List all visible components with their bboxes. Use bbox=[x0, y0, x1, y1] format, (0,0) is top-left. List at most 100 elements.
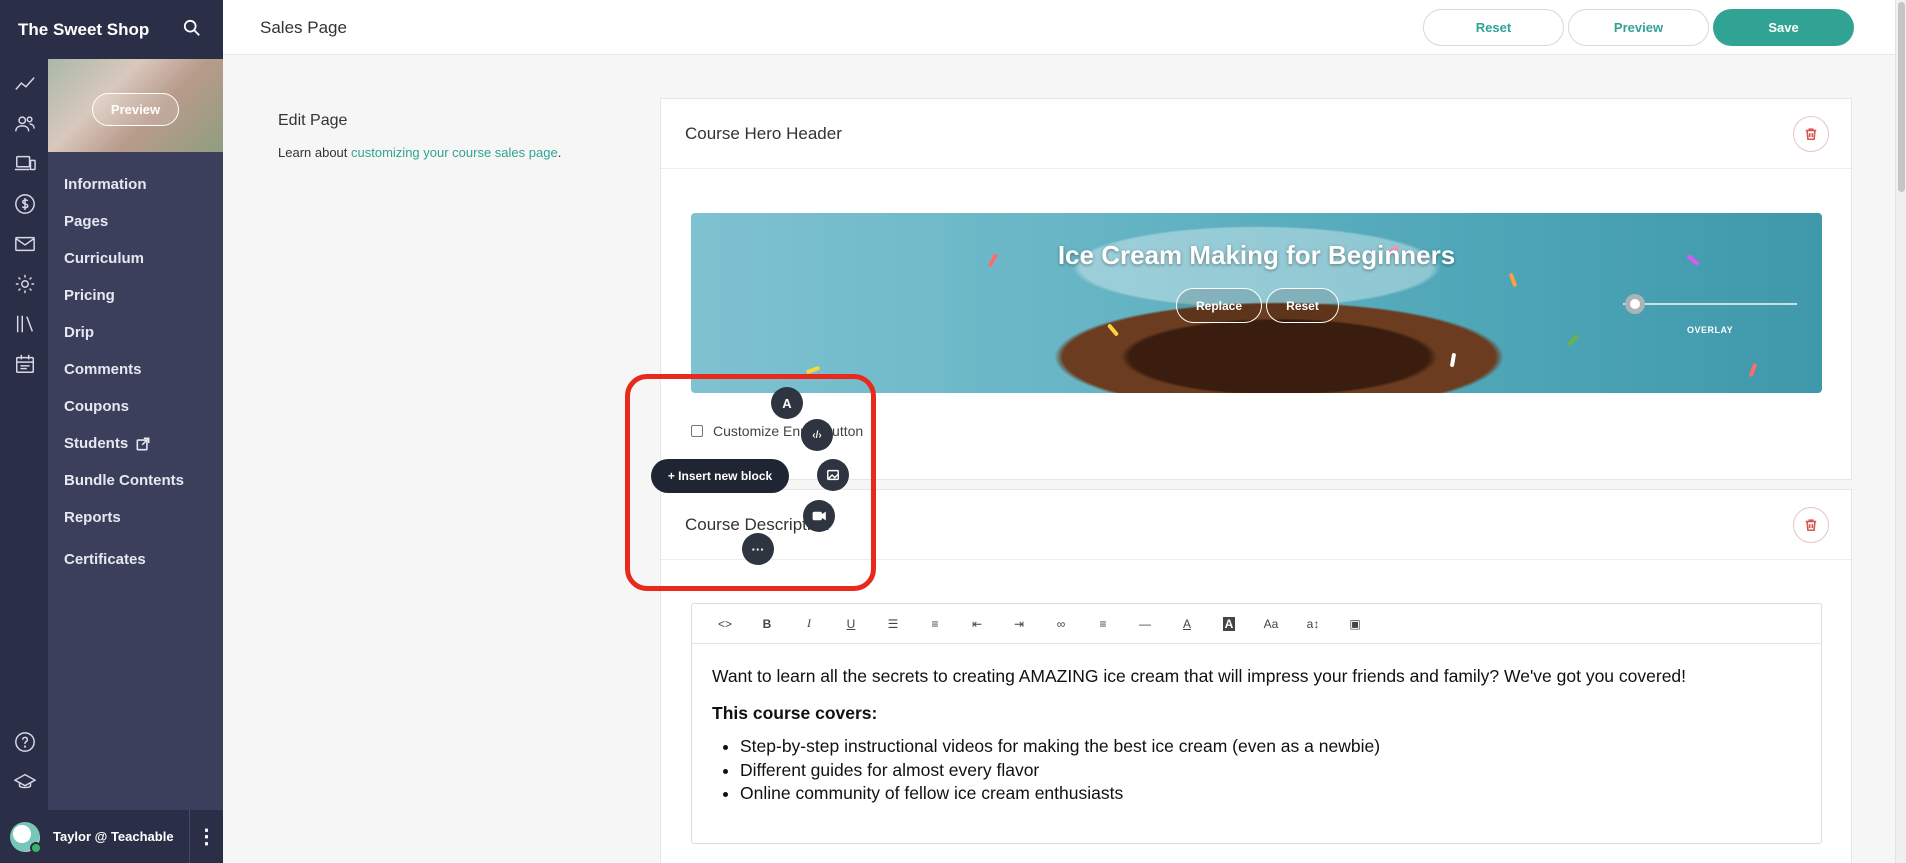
avatar[interactable] bbox=[10, 821, 42, 854]
external-link-icon bbox=[136, 437, 150, 451]
nav-item-curriculum[interactable]: Curriculum bbox=[48, 240, 223, 277]
library-icon[interactable] bbox=[12, 311, 38, 337]
desc-prefix: Learn about bbox=[278, 145, 352, 160]
page-header: Sales Page Reset Preview Save bbox=[223, 0, 1895, 55]
outdent-icon[interactable]: ⇤ bbox=[956, 604, 998, 644]
indent-icon[interactable]: ⇥ bbox=[998, 604, 1040, 644]
sprinkle-decoration bbox=[1566, 333, 1580, 347]
trash-icon bbox=[1805, 518, 1817, 531]
link-icon[interactable]: ∞ bbox=[1040, 604, 1082, 644]
list-item: Online community of fellow ice cream ent… bbox=[740, 782, 1801, 806]
mail-icon[interactable] bbox=[12, 231, 38, 257]
editor-toolbar: <> B I U ☰ ≡ ⇤ ⇥ ∞ ≡ — A A Aa a↕ ▣ bbox=[692, 604, 1821, 644]
bullet-list: Step-by-step instructional videos for ma… bbox=[712, 735, 1801, 806]
text-color-icon[interactable]: A bbox=[1166, 604, 1208, 644]
body-heading: This course covers: bbox=[712, 702, 878, 723]
hero-title: Ice Cream Making for Beginners bbox=[1057, 240, 1456, 270]
delete-block-button[interactable] bbox=[1793, 506, 1829, 543]
analytics-icon[interactable] bbox=[12, 71, 38, 97]
nav-item-certificates[interactable]: Certificates bbox=[48, 541, 223, 578]
sprinkle-decoration bbox=[1449, 352, 1457, 368]
nav-item-information[interactable]: Information bbox=[48, 166, 223, 203]
editor-content[interactable]: Want to learn all the secrets to creatin… bbox=[692, 644, 1821, 826]
user-bar: Taylor @ Teachable ⋮ bbox=[0, 810, 223, 863]
nav-item-pricing[interactable]: Pricing bbox=[48, 277, 223, 314]
dollar-icon[interactable] bbox=[12, 191, 38, 217]
ordered-list-icon[interactable]: ☰ bbox=[872, 604, 914, 644]
nav-item-label: Reports bbox=[64, 509, 121, 526]
save-button[interactable]: Save bbox=[1713, 9, 1854, 46]
nav-item-label: Drip bbox=[64, 324, 94, 341]
delete-block-button[interactable] bbox=[1793, 115, 1829, 152]
graduation-cap-icon[interactable] bbox=[12, 769, 38, 795]
body-intro: Want to learn all the secrets to creatin… bbox=[712, 666, 1687, 686]
nav-item-bundle-contents[interactable]: Bundle Contents bbox=[48, 462, 223, 499]
card-header: Course Hero Header bbox=[661, 99, 1851, 169]
italic-icon[interactable]: I bbox=[788, 604, 830, 644]
icon-rail bbox=[0, 59, 48, 810]
nav-item-label: Students bbox=[64, 435, 129, 452]
video-block-icon[interactable] bbox=[803, 500, 835, 532]
desc-suffix: . bbox=[557, 145, 562, 160]
code-block-icon[interactable]: ‹/› bbox=[801, 419, 833, 451]
course-nav: Preview Information Pages Curriculum Pri… bbox=[48, 59, 223, 810]
more-blocks-icon[interactable]: ··· bbox=[742, 533, 774, 565]
user-name[interactable]: Taylor @ Teachable bbox=[53, 829, 189, 844]
horizontal-rule-icon[interactable]: — bbox=[1124, 604, 1166, 644]
nav-item-drip[interactable]: Drip bbox=[48, 314, 223, 351]
nav-item-comments[interactable]: Comments bbox=[48, 351, 223, 388]
card-title: Course Hero Header bbox=[685, 123, 842, 143]
insert-new-block-button[interactable]: + Insert new block bbox=[651, 459, 789, 493]
nav-item-students[interactable]: Students bbox=[48, 425, 223, 462]
nav-item-label: Information bbox=[64, 176, 147, 193]
course-nav-list: Information Pages Curriculum Pricing Dri… bbox=[48, 152, 223, 578]
align-icon[interactable]: ≡ bbox=[1082, 604, 1124, 644]
font-size-icon[interactable]: Aa bbox=[1250, 604, 1292, 644]
highlight-icon[interactable]: A bbox=[1208, 604, 1250, 644]
settings-icon[interactable] bbox=[12, 271, 38, 297]
page-scrollbar[interactable] bbox=[1895, 0, 1906, 863]
help-icon[interactable] bbox=[12, 729, 38, 755]
nav-item-pages[interactable]: Pages bbox=[48, 203, 223, 240]
nav-item-label: Bundle Contents bbox=[64, 472, 184, 489]
nav-item-label: Curriculum bbox=[64, 250, 145, 267]
users-icon[interactable] bbox=[12, 111, 38, 137]
devices-icon[interactable] bbox=[12, 151, 38, 177]
customizing-sales-page-link[interactable]: customizing your course sales page bbox=[351, 145, 558, 160]
rich-text-editor: <> B I U ☰ ≡ ⇤ ⇥ ∞ ≡ — A A Aa a↕ ▣ Want … bbox=[691, 603, 1822, 844]
nav-item-label: Pages bbox=[64, 213, 109, 230]
sprinkle-decoration bbox=[1748, 362, 1758, 378]
overlay-slider-track[interactable] bbox=[1623, 303, 1797, 305]
nav-item-label: Pricing bbox=[64, 287, 115, 304]
school-name[interactable]: The Sweet Shop bbox=[18, 20, 183, 40]
bold-icon[interactable]: B bbox=[746, 604, 788, 644]
replace-image-button[interactable]: Replace bbox=[1176, 288, 1262, 323]
sprinkle-decoration bbox=[805, 365, 821, 375]
edit-page-description: Learn about customizing your course sale… bbox=[278, 145, 561, 160]
reset-button[interactable]: Reset bbox=[1423, 9, 1564, 46]
trash-icon bbox=[1805, 127, 1817, 140]
nav-item-label: Comments bbox=[64, 361, 142, 378]
list-item: Different guides for almost every flavor bbox=[740, 759, 1801, 783]
more-options-icon[interactable]: ⋮ bbox=[189, 810, 223, 863]
unordered-list-icon[interactable]: ≡ bbox=[914, 604, 956, 644]
code-icon[interactable]: <> bbox=[704, 604, 746, 644]
calendar-icon[interactable] bbox=[12, 351, 38, 377]
image-icon[interactable]: ▣ bbox=[1334, 604, 1376, 644]
hero-image: Ice Cream Making for Beginners Replace R… bbox=[691, 213, 1822, 393]
preview-button[interactable]: Preview bbox=[1568, 9, 1709, 46]
search-icon[interactable] bbox=[183, 19, 205, 41]
reset-image-button[interactable]: Reset bbox=[1266, 288, 1339, 323]
course-thumbnail: Preview bbox=[48, 59, 223, 152]
overlay-slider-handle[interactable] bbox=[1625, 294, 1645, 314]
brand-bar: The Sweet Shop bbox=[0, 0, 223, 59]
thumbnail-preview-button[interactable]: Preview bbox=[92, 93, 179, 126]
scrollbar-thumb[interactable] bbox=[1898, 2, 1905, 192]
nav-item-coupons[interactable]: Coupons bbox=[48, 388, 223, 425]
underline-icon[interactable]: U bbox=[830, 604, 872, 644]
image-block-icon[interactable] bbox=[817, 459, 849, 491]
online-status-dot bbox=[30, 841, 42, 854]
nav-item-reports[interactable]: Reports bbox=[48, 499, 223, 536]
text-block-icon[interactable]: A bbox=[771, 387, 803, 419]
line-height-icon[interactable]: a↕ bbox=[1292, 604, 1334, 644]
